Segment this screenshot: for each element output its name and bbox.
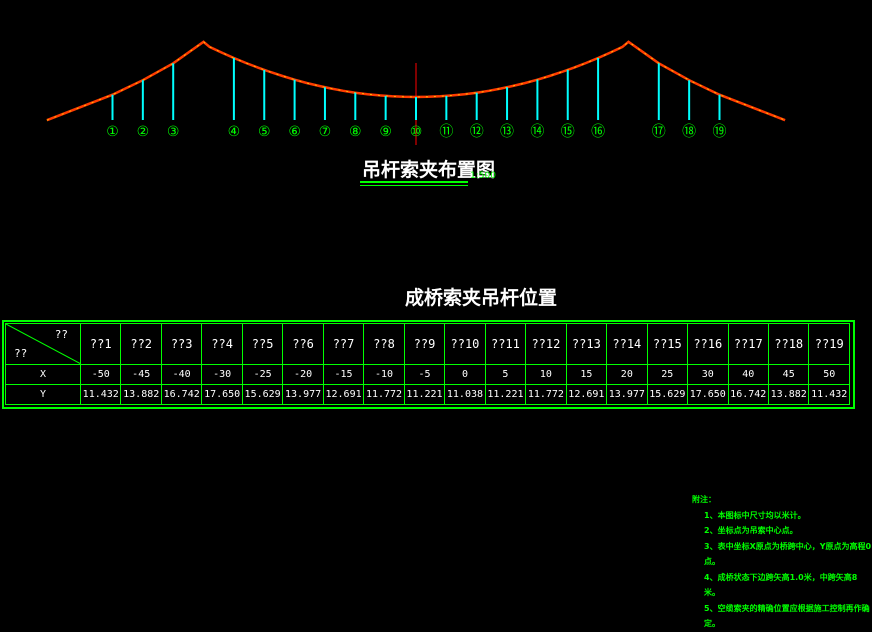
hanger-number-label: ①	[106, 124, 119, 140]
hanger-number-label: ⑲	[713, 124, 727, 140]
hanger-number-label: ⑪	[439, 124, 453, 140]
column-header: ??19	[808, 323, 850, 365]
table-cell-y: 11.038	[444, 384, 486, 405]
column-header: ??1	[79, 323, 122, 365]
table-cell-x: -15	[322, 364, 365, 385]
hanger-number-label: ⑤	[258, 124, 271, 140]
table-cell-x: 10	[525, 364, 567, 385]
column-header: ??13	[565, 323, 608, 365]
title-underline	[360, 181, 468, 183]
table-cell-x: -45	[120, 364, 162, 385]
table-cell-x: 5	[484, 364, 527, 385]
table-cell-x: -50	[79, 364, 122, 385]
column-header: ??2	[120, 323, 162, 365]
table-cell-x: -10	[363, 364, 405, 385]
table-cell-y: 11.772	[363, 384, 405, 405]
hanger-number-label: ⑱	[682, 124, 696, 140]
notes-block: 附注： 1、本图标中尺寸均以米计。 2、坐标点为吊索中心点。 3、表中坐标X原点为桥…	[692, 492, 872, 632]
hanger-number-label: ⑥	[288, 124, 301, 140]
table-cell-y: 15.629	[241, 384, 284, 405]
note-item: 3、表中坐标X原点为桥跨中心，Y原点为高程0点。	[704, 541, 872, 567]
column-header: ??18	[767, 323, 810, 365]
table-cell-y: 17.650	[687, 384, 729, 405]
hanger-number-label: ⑯	[591, 124, 605, 140]
table-cell-y: 11.432	[808, 384, 850, 405]
table-cell-x: -5	[403, 364, 446, 385]
table-header-row: ?? ?? ??1 ??2 ??3 ??4 ??5 ??6 ??7 ??8 ??9 ??10 ??1…	[5, 323, 850, 365]
table-cell-y: 16.742	[160, 384, 203, 405]
hanger-number-label: ③	[167, 124, 180, 140]
hanger-number-label: ②	[137, 124, 150, 140]
note-item: 5、空缆索夹的精确位置应根据施工控制再作确定。	[704, 603, 870, 629]
column-header: ??6	[282, 323, 324, 365]
table-cell-x: 25	[646, 364, 689, 385]
table-row-x: X -50 -45 -40 -30 -25 -20 -15 -10 -5 0 5 10 15 20 25 30…	[5, 364, 850, 385]
row-label-x: X	[5, 364, 81, 385]
title-underline-thin	[360, 185, 468, 186]
column-header: ??11	[484, 323, 527, 365]
table-cell-y: 13.882	[120, 384, 162, 405]
corner-bottom-label: ??	[14, 347, 28, 360]
column-header: ??12	[525, 323, 567, 365]
hanger-number-label: ④	[228, 124, 241, 140]
hanger-number-label: ⑰	[652, 124, 666, 140]
table-cell-y: 12.691	[565, 384, 608, 405]
table-corner-cell: ?? ??	[5, 323, 81, 365]
table-cell-y: 11.432	[79, 384, 122, 405]
column-header: ??8	[363, 323, 405, 365]
table-cell-x: 40	[727, 364, 769, 385]
table-cell-x: 20	[606, 364, 648, 385]
column-header: ??3	[160, 323, 203, 365]
table-cell-x: 30	[687, 364, 729, 385]
note-item: 2、坐标点为吊索中心点。	[704, 526, 798, 535]
hanger-number-label: ⑭	[530, 124, 544, 140]
note-item: 1、本图标中尺寸均以米计。	[704, 510, 806, 520]
table-cell-x: 45	[767, 364, 810, 385]
column-header: ??14	[606, 323, 648, 365]
hanger-number-label: ⑬	[500, 124, 514, 140]
column-header: ??17	[727, 323, 769, 365]
column-header: ??7	[322, 323, 365, 365]
column-header: ??4	[201, 323, 243, 365]
table-cell-y: 13.882	[767, 384, 810, 405]
table-cell-x: -25	[241, 364, 284, 385]
table-cell-x: -30	[201, 364, 243, 385]
layout-scale: 1:500	[470, 171, 496, 181]
table-cell-y: 16.742	[727, 384, 769, 405]
notes-heading: 附注：	[692, 495, 716, 504]
table-cell-x: 15	[565, 364, 608, 385]
hanger-number-label: ⑫	[470, 124, 484, 140]
note-item: 4、成桥状态下边跨矢高1.0米，中跨矢高8米。	[704, 572, 858, 598]
hanger-number-label: ⑦	[319, 124, 332, 140]
table-title: 成桥索夹吊杆位置	[405, 287, 558, 309]
table-cell-y: 11.221	[484, 384, 527, 405]
table-cell-x: 50	[808, 364, 850, 385]
hanger-number-label: ⑨	[379, 124, 392, 140]
column-header: ??16	[687, 323, 729, 365]
table-cell-y: 15.629	[646, 384, 689, 405]
hanger-position-table: ?? ?? ??1 ??2 ??3 ??4 ??5 ??6 ??7 ??8 ??9 ??10 ??1…	[2, 320, 855, 409]
column-header: ??5	[241, 323, 284, 365]
column-header: ??10	[444, 323, 486, 365]
hanger-number-label: ⑮	[561, 124, 575, 140]
table-cell-y: 17.650	[201, 384, 243, 405]
table-cell-y: 13.977	[606, 384, 648, 405]
corner-top-label: ??	[54, 328, 68, 341]
hanger-number-label: ⑧	[349, 124, 362, 140]
table-cell-y: 13.977	[282, 384, 324, 405]
table-cell-x: -40	[160, 364, 203, 385]
row-label-y: Y	[5, 384, 81, 405]
table-cell-x: -20	[282, 364, 324, 385]
table-cell-y: 11.221	[403, 384, 446, 405]
table-cell-y: 11.772	[525, 384, 567, 405]
table-cell-y: 12.691	[322, 384, 365, 405]
hanger-number-label: ⑩	[410, 124, 423, 140]
table-row-y: Y 11.432 13.882 16.742 17.650 15.629 13.977 12…	[5, 384, 850, 405]
column-header: ??9	[403, 323, 446, 365]
table-cell-x: 0	[444, 364, 486, 385]
column-header: ??15	[646, 323, 689, 365]
